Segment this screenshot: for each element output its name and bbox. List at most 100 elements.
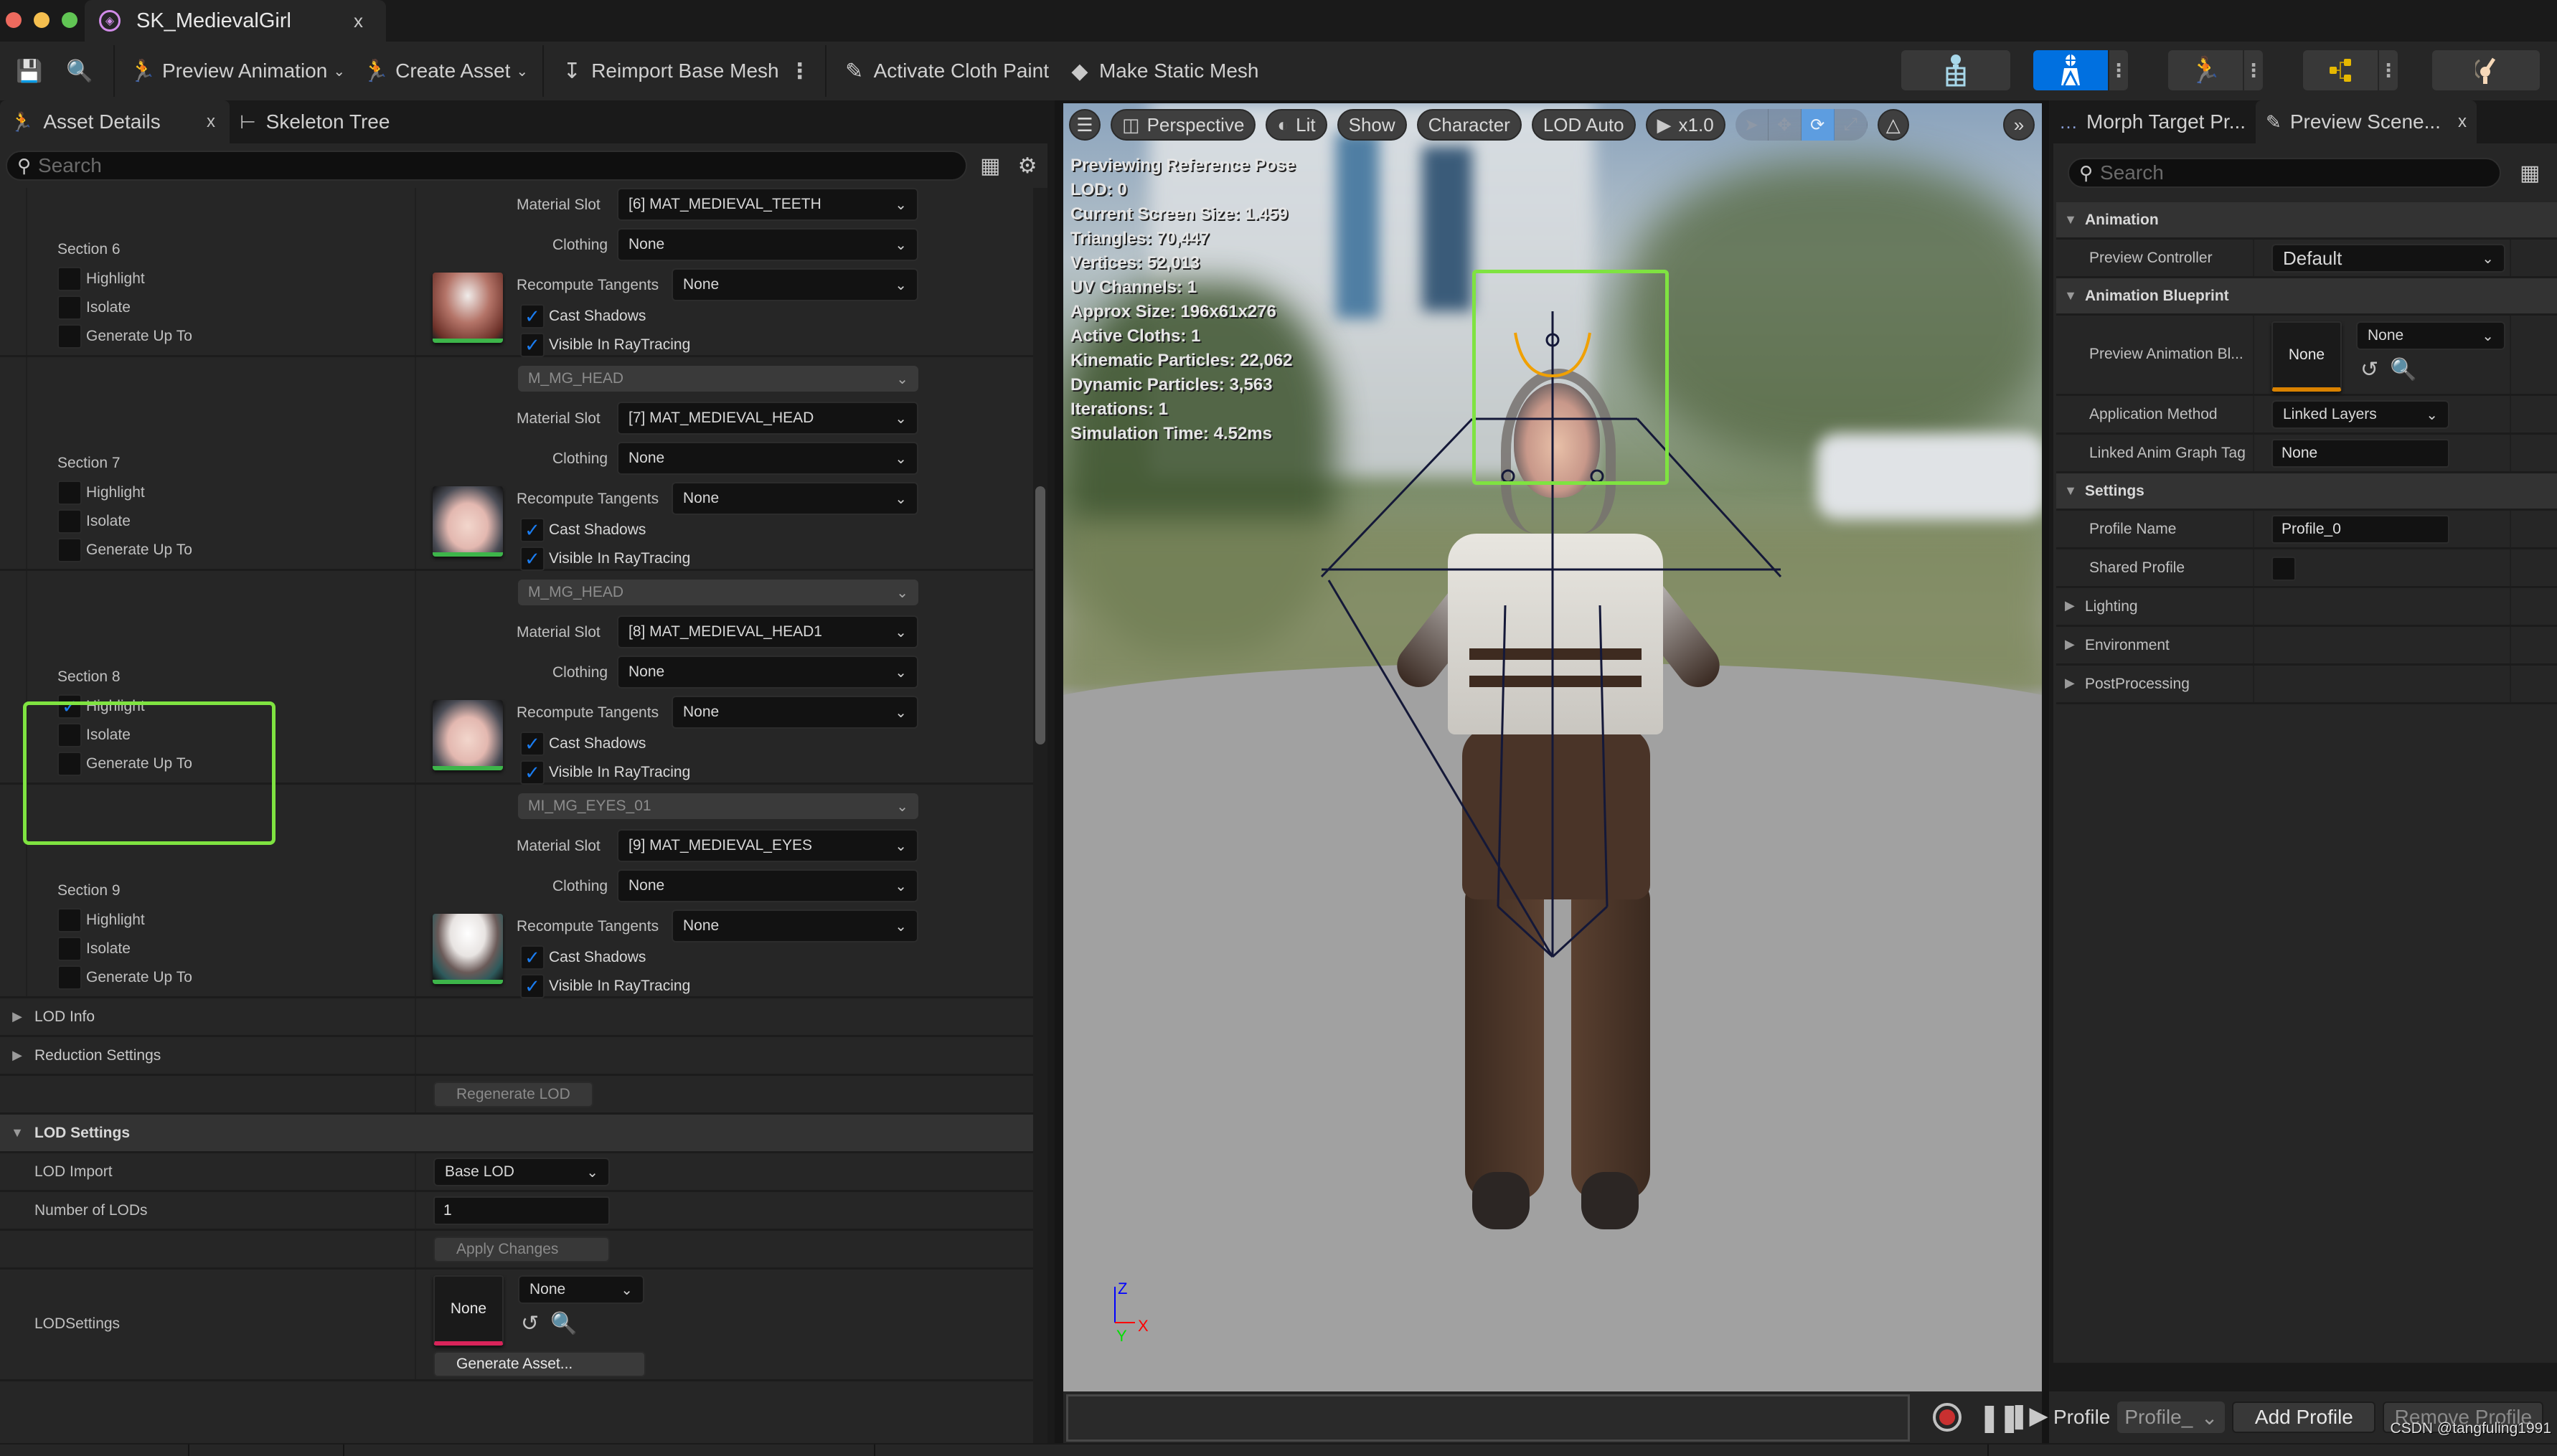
checkbox[interactable] xyxy=(57,752,82,776)
clothing-combo[interactable]: None ⌄ xyxy=(617,442,918,475)
close-window-button[interactable] xyxy=(6,12,22,28)
checkbox[interactable] xyxy=(57,723,82,747)
regenerate-lod-button[interactable]: Regenerate LOD xyxy=(433,1082,593,1107)
profile-name-input[interactable]: Profile_0 xyxy=(2271,515,2449,544)
more-options-icon[interactable]: ⋮ xyxy=(789,59,811,84)
skeletal-mesh-mode-button[interactable]: ⋮ xyxy=(2033,50,2128,90)
settings-category[interactable]: ▼ Settings xyxy=(2056,473,2557,511)
visible-in-raytracing-checkbox[interactable]: ✓ Visible In RayTracing xyxy=(520,333,690,357)
material-thumbnail[interactable] xyxy=(433,700,503,770)
browse-to-asset-button[interactable]: 🔍 xyxy=(57,49,108,93)
playback-speed-button[interactable]: ▶ x1.0 xyxy=(1645,109,1725,141)
environment-category[interactable]: ▶ Environment xyxy=(2056,627,2557,666)
highlight-checkbox[interactable]: ✓ Highlight xyxy=(57,694,145,719)
visible-in-raytracing-checkbox[interactable]: ✓ Visible In RayTracing xyxy=(520,760,690,785)
material-name-combo[interactable]: M_MG_HEAD ⌄ xyxy=(518,580,918,605)
material-slot-combo[interactable]: [8] MAT_MEDIEVAL_HEAD1 ⌄ xyxy=(617,615,918,648)
lodsettings-asset-combo[interactable]: None ⌄ xyxy=(518,1275,644,1304)
cast-shadows-checkbox[interactable]: ✓ Cast Shadows xyxy=(520,304,646,328)
material-thumbnail[interactable] xyxy=(433,914,503,984)
perspective-button[interactable]: ◫ Perspective xyxy=(1111,109,1256,141)
number-of-lods-input[interactable]: 1 xyxy=(433,1196,610,1225)
close-tab-button[interactable]: x xyxy=(207,112,215,132)
character-button[interactable]: Character xyxy=(1416,109,1522,141)
recompute-tangents-combo[interactable]: None ⌄ xyxy=(672,268,918,301)
create-asset-button[interactable]: 🏃 Create Asset ⌄ xyxy=(354,49,537,93)
recompute-tangents-combo[interactable]: None ⌄ xyxy=(672,482,918,515)
3d-viewport[interactable]: ☰ ◫ Perspective ◐ Lit Show Character LOD A… xyxy=(1063,103,2042,1391)
activate-cloth-paint-button[interactable]: ✎ Activate Cloth Paint xyxy=(832,49,1058,93)
clothing-combo[interactable]: None ⌄ xyxy=(617,228,918,261)
clothing-combo[interactable]: None ⌄ xyxy=(617,869,918,902)
details-scrollbar[interactable] xyxy=(1033,188,1047,1443)
camera-gizmo-button[interactable]: △ xyxy=(1877,109,1909,141)
tab-morph-target-preview[interactable]: … Morph Target Pr... xyxy=(2049,100,2256,143)
save-button[interactable]: 💾 xyxy=(0,49,57,93)
shared-profile-checkbox[interactable] xyxy=(2271,557,2296,581)
table-view-icon[interactable]: ▦ xyxy=(976,151,1004,180)
timeline-scrubber[interactable] xyxy=(1066,1394,1910,1442)
show-button[interactable]: Show xyxy=(1337,109,1407,141)
checkbox[interactable]: ✓ xyxy=(520,732,545,756)
highlight-checkbox[interactable]: Highlight xyxy=(57,267,145,291)
close-tab-button[interactable]: x xyxy=(2458,112,2467,132)
skeleton-mode-button[interactable] xyxy=(1901,50,2010,90)
generate-up-to-checkbox[interactable]: Generate Up To xyxy=(57,538,192,562)
checkbox[interactable]: ✓ xyxy=(520,547,545,571)
animation-blueprint-category[interactable]: ▼ Animation Blueprint xyxy=(2056,278,2557,316)
checkbox[interactable] xyxy=(57,267,82,291)
preview-controller-combo[interactable]: Default ⌄ xyxy=(2271,244,2505,273)
checkbox[interactable]: ✓ xyxy=(520,974,545,998)
isolate-checkbox[interactable]: Isolate xyxy=(57,296,131,320)
search-input[interactable] xyxy=(2100,161,2458,184)
checkbox[interactable]: ✓ xyxy=(520,333,545,357)
isolate-checkbox[interactable]: Isolate xyxy=(57,723,131,747)
material-slot-combo[interactable]: [7] MAT_MEDIEVAL_HEAD ⌄ xyxy=(617,402,918,435)
application-method-combo[interactable]: Linked Layers ⌄ xyxy=(2271,400,2449,429)
scale-tool-icon[interactable]: ⤢ xyxy=(1835,109,1868,141)
minimize-window-button[interactable] xyxy=(34,12,50,28)
more-options-icon[interactable]: ⋮ xyxy=(2108,50,2128,90)
select-tool-icon[interactable]: ➤ xyxy=(1736,109,1769,141)
browse-asset-icon[interactable]: 🔍 xyxy=(2390,357,2416,382)
checkbox[interactable] xyxy=(57,324,82,349)
rotate-tool-icon[interactable]: ⟳ xyxy=(1801,109,1835,141)
lod-button[interactable]: LOD Auto xyxy=(1531,109,1636,141)
search-field[interactable]: ⚲ xyxy=(2068,158,2501,188)
isolate-checkbox[interactable]: Isolate xyxy=(57,937,131,961)
browse-asset-icon[interactable]: 🔍 xyxy=(550,1311,577,1336)
apply-changes-button[interactable]: Apply Changes xyxy=(433,1237,610,1262)
expand-toolbar-button[interactable]: » xyxy=(2003,109,2035,141)
isolate-checkbox[interactable]: Isolate xyxy=(57,509,131,534)
lod-import-combo[interactable]: Base LOD ⌄ xyxy=(433,1158,610,1186)
more-options-icon[interactable]: ⋮ xyxy=(2378,50,2398,90)
lighting-category[interactable]: ▶ Lighting xyxy=(2056,588,2557,627)
linked-anim-graph-tag-input[interactable]: None xyxy=(2271,439,2449,468)
tab-skeleton-tree[interactable]: ⊢ Skeleton Tree xyxy=(230,100,400,143)
material-thumbnail[interactable] xyxy=(433,273,503,343)
checkbox[interactable]: ✓ xyxy=(57,694,82,719)
scrollbar-thumb[interactable] xyxy=(1035,486,1045,744)
highlight-checkbox[interactable]: Highlight xyxy=(57,908,145,932)
close-tab-button[interactable]: x xyxy=(354,10,363,32)
material-slot-combo[interactable]: [9] MAT_MEDIEVAL_EYES ⌄ xyxy=(617,829,918,862)
use-selected-asset-icon[interactable]: ↺ xyxy=(2360,357,2378,382)
viewport-menu-button[interactable]: ☰ xyxy=(1069,109,1101,141)
generate-asset-button[interactable]: Generate Asset... xyxy=(433,1351,646,1377)
clothing-combo[interactable]: None ⌄ xyxy=(617,656,918,689)
checkbox[interactable] xyxy=(57,509,82,534)
checkbox[interactable]: ✓ xyxy=(520,760,545,785)
search-input[interactable] xyxy=(38,154,893,177)
generate-up-to-checkbox[interactable]: Generate Up To xyxy=(57,965,192,990)
checkbox[interactable] xyxy=(57,937,82,961)
visible-in-raytracing-checkbox[interactable]: ✓ Visible In RayTracing xyxy=(520,974,690,998)
profile-combo[interactable]: Profile_ ⌄ xyxy=(2117,1401,2226,1433)
maximize-window-button[interactable] xyxy=(62,12,77,28)
blueprint-mode-button[interactable]: ⋮ xyxy=(2303,50,2398,90)
search-field[interactable]: ⚲ xyxy=(6,151,968,181)
lit-button[interactable]: ◐ Lit xyxy=(1266,109,1327,141)
record-button[interactable] xyxy=(1933,1403,1962,1432)
cast-shadows-checkbox[interactable]: ✓ Cast Shadows xyxy=(520,732,646,756)
gear-icon[interactable]: ⚙ xyxy=(1013,151,1042,180)
anim-blueprint-thumbnail[interactable]: None xyxy=(2271,321,2342,392)
